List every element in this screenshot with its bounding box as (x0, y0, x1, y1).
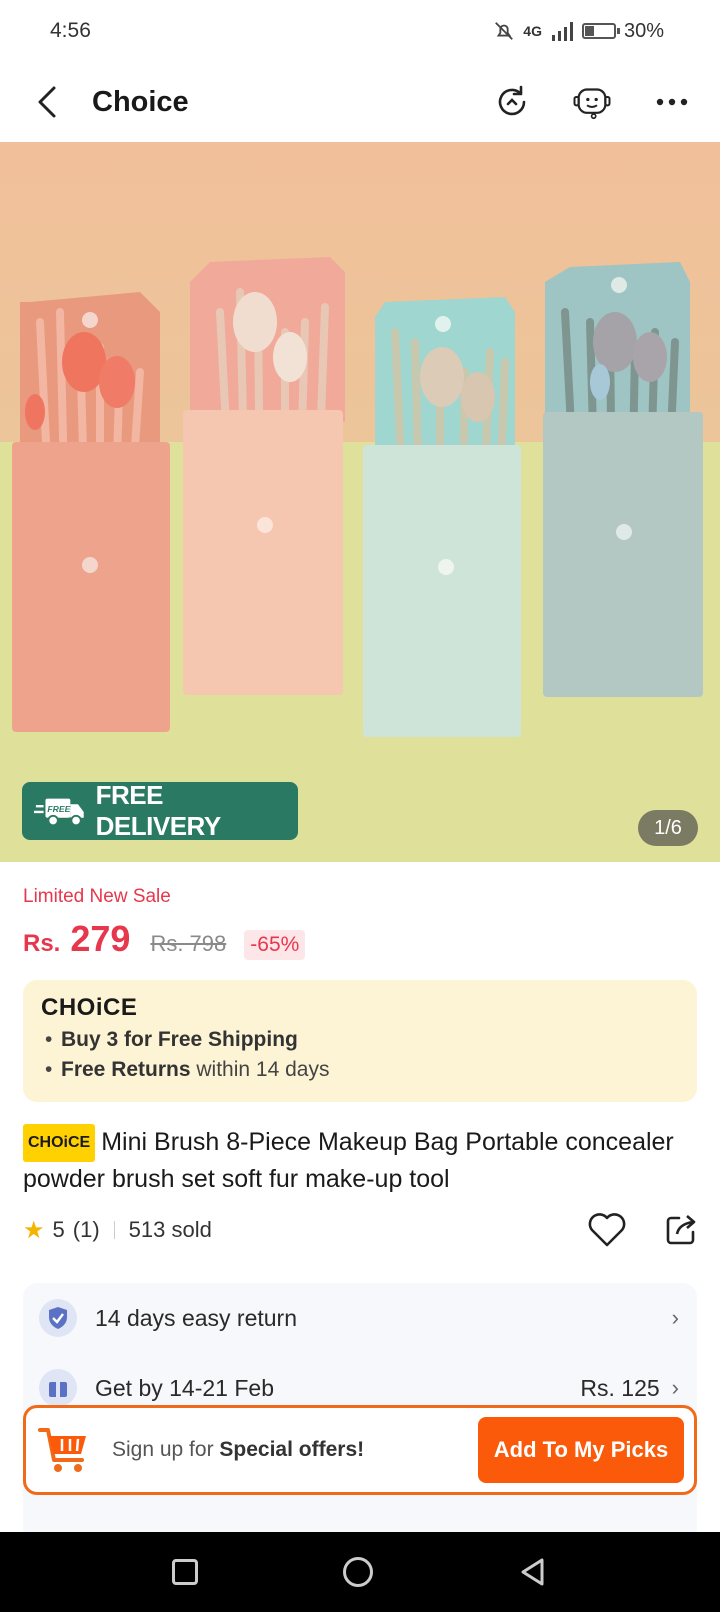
special-offers-bold: Special offers! (219, 1438, 365, 1461)
promo-label: Limited New Sale (23, 886, 171, 907)
brush-pouch-coral (12, 292, 170, 732)
free-delivery-label: FREE DELIVERY (95, 780, 222, 841)
home-button[interactable] (342, 1557, 373, 1587)
free-tag-text: FREE (47, 804, 70, 814)
price-row: Rs. 279 Rs. 798 -65% (23, 918, 306, 968)
status-bar: 4:56 4G 30% (0, 0, 720, 62)
delivery-date-label: Get by 14-21 Feb (95, 1374, 274, 1401)
signal-icon (551, 22, 573, 41)
chevron-right-icon: › (671, 1375, 679, 1400)
shipping-price: Rs. 125 (580, 1374, 660, 1401)
free-delivery-badge: FREE FREE DELIVERY (22, 780, 298, 841)
package-icon (39, 1369, 77, 1407)
wishlist-heart-icon[interactable] (587, 1212, 627, 1248)
chevron-right-icon: › (671, 1305, 679, 1330)
shopping-cart-icon (38, 1428, 86, 1472)
product-photo (0, 257, 720, 862)
brush-pouch-sage (543, 262, 703, 697)
refresh-button[interactable] (492, 82, 532, 122)
delivery-truck-icon: FREE (34, 798, 84, 827)
add-to-picks-bar: Sign up for Special offers! Add To My Pi… (23, 1405, 697, 1495)
recents-button[interactable] (172, 1559, 199, 1585)
sold-count: 513 sold (128, 1217, 212, 1242)
mute-bell-icon (495, 22, 514, 40)
benefit-free-shipping: Buy 3 for Free Shipping (41, 1028, 679, 1052)
more-button[interactable] (652, 82, 692, 122)
support-button[interactable] (572, 82, 612, 122)
benefit-free-returns-label: Free Returns (61, 1058, 191, 1081)
battery-percent: 30% (623, 19, 664, 42)
product-image-carousel[interactable]: FREE FREE DELIVERY 1/6 (0, 142, 720, 862)
divider (113, 1221, 115, 1239)
easy-return-row[interactable]: 14 days easy return › (39, 1293, 679, 1343)
add-to-my-picks-button[interactable]: Add To My Picks (478, 1417, 684, 1483)
shield-check-icon (39, 1299, 77, 1337)
product-title: CHOiCE Mini Brush 8-Piece Makeup Bag Port… (23, 1124, 699, 1196)
original-price: Rs. 798 (150, 931, 227, 956)
benefit-free-returns: Free Returns within 14 days (41, 1058, 679, 1082)
benefit-free-returns-detail: within 14 days (190, 1058, 330, 1081)
special-offers-prefix: Sign up for (112, 1438, 220, 1461)
special-offers-text: Sign up for Special offers! (112, 1438, 478, 1462)
rating-score: 5 (52, 1217, 65, 1242)
status-icons: 4G 30% (493, 20, 664, 43)
price-currency: Rs. (23, 930, 61, 957)
choice-benefits-box[interactable]: CHOiCE Buy 3 for Free Shipping Free Retu… (23, 980, 697, 1102)
status-time: 4:56 (50, 19, 91, 42)
product-title-text: Mini Brush 8-Piece Makeup Bag Portable c… (23, 1128, 674, 1193)
customer-service-icon (573, 88, 611, 120)
network-type: 4G (523, 23, 542, 39)
image-counter: 1/6 (638, 810, 698, 846)
back-button[interactable] (28, 82, 68, 122)
refresh-icon (498, 85, 526, 116)
top-nav: Choice (0, 62, 720, 142)
brush-pouch-pink (183, 257, 345, 695)
easy-return-label: 14 days easy return (95, 1304, 298, 1331)
current-price: 279 (70, 918, 131, 959)
system-nav-bar (0, 1532, 720, 1612)
share-icon[interactable] (663, 1212, 699, 1248)
star-icon: ★ (23, 1216, 45, 1244)
page-title: Choice (92, 85, 189, 118)
choice-badge: CHOiCE (23, 1124, 96, 1162)
brush-pouch-mint (363, 297, 521, 737)
choice-logo: CHOiCE (41, 994, 138, 1021)
benefit-free-shipping-label: Buy 3 for Free Shipping (61, 1028, 298, 1051)
back-triangle-icon[interactable] (518, 1557, 548, 1587)
more-dots-icon (656, 98, 688, 106)
battery-icon (581, 23, 620, 39)
rating-row: ★ 5 (1) 513 sold (23, 1210, 699, 1250)
rating-count[interactable]: (1) (73, 1217, 100, 1243)
discount-badge: -65% (244, 930, 306, 960)
chevron-left-icon (38, 86, 56, 118)
